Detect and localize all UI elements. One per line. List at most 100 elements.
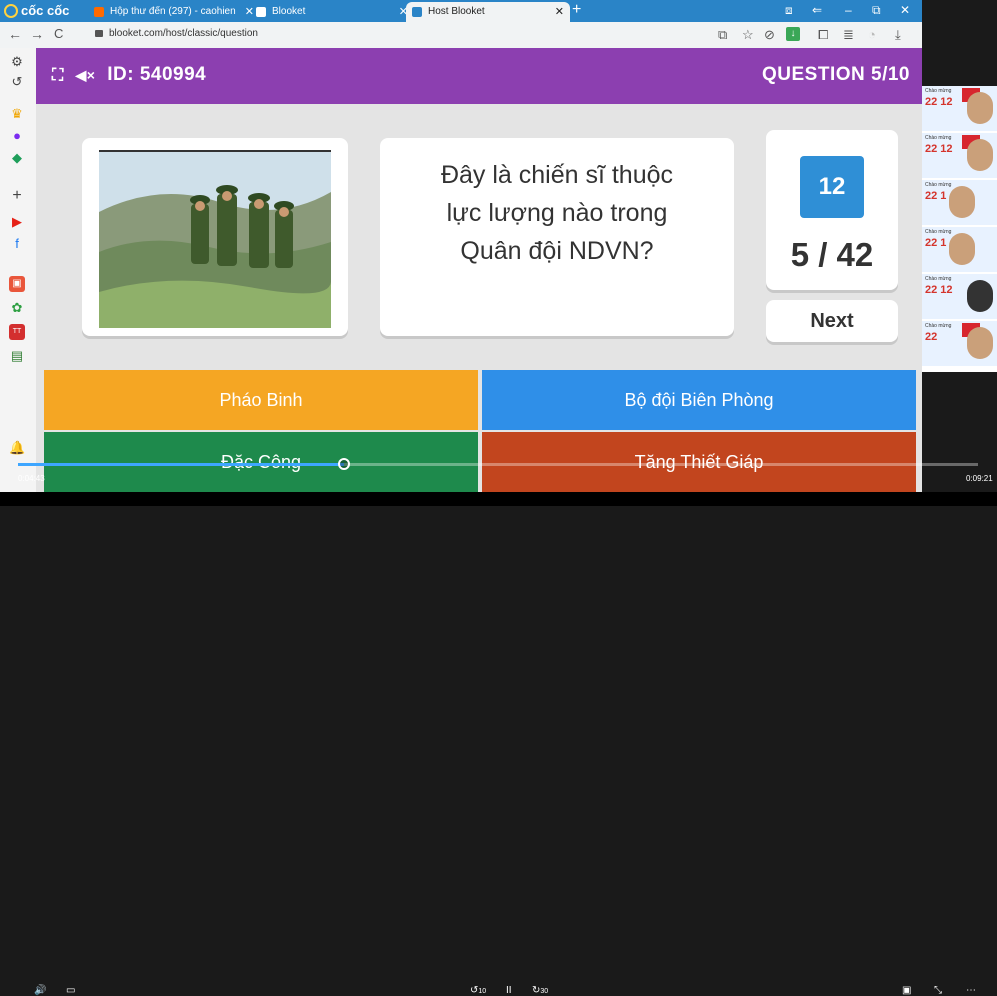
close-window-button[interactable]: ✕ — [900, 3, 910, 17]
back-button[interactable]: ← — [8, 26, 22, 42]
answer-3[interactable]: Đặc Công — [44, 432, 478, 492]
avatar — [967, 92, 993, 124]
forward-button[interactable]: → — [30, 26, 44, 42]
downloads-icon[interactable]: ⤓ — [895, 27, 901, 43]
avatar — [967, 327, 993, 359]
timer-card: 12 5 / 42 — [766, 130, 898, 290]
webcam-strip: Chào mừng 22 12 Chào mừng 22 12 Chào mừn… — [922, 86, 997, 372]
answer-2[interactable]: Bộ đội Biên Phòng — [482, 370, 916, 430]
crown-icon[interactable]: ♛ — [9, 106, 25, 122]
current-time: 0:04:43 — [18, 474, 45, 483]
progress-fill — [18, 463, 345, 466]
player-controls: 🔊 ▭ ↺10 II ↻30 ▣ ⤡ ⋯ — [0, 492, 997, 996]
exit-fullscreen-icon[interactable]: ⤡ — [934, 985, 942, 996]
profile-icon[interactable]: ◔ — [868, 27, 876, 42]
tab-title: Host Blooket — [428, 6, 485, 17]
mail-favicon-icon — [94, 7, 104, 17]
webcam-number: 22 1 — [925, 190, 947, 202]
game-id: ID: 540994 — [107, 64, 207, 85]
tab-host-blooket[interactable]: Host Blooket ✕ — [406, 2, 570, 22]
browser-brand[interactable]: cốc cốc — [4, 3, 69, 18]
tab-mail[interactable]: Hộp thư đến (297) - caohien ✕ — [88, 2, 260, 22]
tab-search-icon[interactable]: ⧈ — [785, 3, 793, 18]
forward-seconds: 30 — [540, 988, 549, 995]
question-image-card — [82, 138, 348, 336]
question-counter: QUESTION 5/10 — [762, 64, 910, 85]
facebook-icon[interactable]: f — [9, 236, 25, 252]
news-icon[interactable]: TT — [9, 324, 25, 340]
close-tab-icon[interactable]: ✕ — [555, 2, 564, 22]
leaf-icon[interactable]: ✿ — [9, 300, 25, 316]
block-icon[interactable]: ⊘ — [764, 27, 775, 43]
url-text: blooket.com/host/classic/question — [109, 28, 258, 39]
soldiers-photo-icon — [99, 152, 331, 328]
answered-count: 5 / 42 — [790, 236, 874, 273]
webcam-tile: Chào mừng 22 12 — [922, 274, 997, 319]
blooket-favicon-icon — [412, 7, 422, 17]
webcam-tile: Chào mừng 22 — [922, 321, 997, 366]
lock-icon — [95, 30, 103, 37]
captions-icon[interactable]: ▭ — [66, 985, 75, 996]
game-id-area: ⛶ ◀× ID: 540994 — [52, 64, 206, 86]
question-image — [99, 150, 331, 328]
shopping-icon[interactable]: ▣ — [9, 276, 25, 292]
avatar — [967, 139, 993, 171]
reload-button[interactable]: C — [54, 26, 63, 41]
extensions-icon[interactable]: ⧠ — [818, 27, 828, 43]
youtube-icon[interactable]: ▶ — [9, 214, 25, 230]
messenger-icon[interactable]: ● — [9, 128, 25, 144]
avatar — [949, 186, 975, 218]
rewind-seconds: 10 — [478, 988, 487, 995]
answer-1[interactable]: Pháo Binh — [44, 370, 478, 430]
rewind-icon[interactable]: ↺10 — [470, 985, 486, 996]
webcam-caption: Chào mừng — [925, 276, 952, 282]
answer-4[interactable]: Tăng Thiết Giáp — [482, 432, 916, 492]
webcam-number: 22 12 — [925, 96, 953, 108]
address-bar: ← → C blooket.com/host/classic/question … — [0, 22, 922, 49]
tab-blooket[interactable]: Blooket ✕ — [250, 2, 414, 22]
webcam-number: 22 1 — [925, 237, 947, 249]
webcam-number: 22 12 — [925, 284, 953, 296]
history-icon[interactable]: ↺ — [9, 74, 25, 90]
settings-icon[interactable]: ⚙ — [9, 54, 25, 70]
reading-list-icon[interactable]: ≣ — [843, 27, 854, 43]
miniplayer-icon[interactable]: ▣ — [902, 985, 911, 996]
webcam-caption: Chào mừng — [925, 182, 952, 188]
fullscreen-icon[interactable]: ⛶ — [52, 67, 64, 84]
add-icon[interactable]: + — [9, 188, 25, 204]
webcam-number: 22 — [925, 331, 938, 343]
brand-label: cốc cốc — [21, 3, 70, 18]
maximize-button[interactable]: ⧉ — [872, 3, 881, 18]
blooket-favicon-icon — [256, 7, 266, 17]
webcam-tile: Chào mừng 22 12 — [922, 86, 997, 131]
browser-tab-bar: cốc cốc Hộp thư đến (297) - caohien ✕ Bl… — [0, 0, 922, 22]
mute-icon[interactable]: ◀× — [75, 67, 95, 83]
webcam-caption: Chào mừng — [925, 88, 952, 94]
pause-button[interactable]: II — [506, 985, 512, 996]
webcam-tile: Chào mừng 22 1 — [922, 180, 997, 225]
notification-bell-icon[interactable]: 🔔 — [9, 440, 25, 456]
forward-icon[interactable]: ↻30 — [532, 985, 548, 996]
game-icon[interactable]: ◆ — [9, 150, 25, 166]
tab-title: Hộp thư đến (297) - caohien — [110, 6, 236, 17]
game-header: ⛶ ◀× ID: 540994 QUESTION 5/10 — [36, 48, 922, 104]
bookmark-star-icon[interactable]: ☆ — [742, 27, 754, 43]
minimize-button[interactable]: – — [845, 3, 852, 17]
browser-sidebar: ⚙ ↺ ♛ ● ◆ + ▶ f ▣ ✿ TT ▤ 🔔 — [0, 48, 37, 492]
tab-title: Blooket — [272, 6, 306, 17]
timer-box: 12 — [800, 156, 864, 218]
url-field[interactable]: blooket.com/host/classic/question — [95, 28, 258, 39]
webcam-caption: Chào mừng — [925, 229, 952, 235]
next-button[interactable]: Next — [766, 300, 898, 342]
sheet-icon[interactable]: ▤ — [9, 348, 25, 364]
webcam-caption: Chào mừng — [925, 135, 952, 141]
volume-icon[interactable]: 🔊 — [34, 985, 46, 996]
new-tab-button[interactable]: + — [572, 1, 581, 19]
download-green-icon[interactable]: ↓ — [786, 27, 800, 41]
more-options-icon[interactable]: ⋯ — [966, 985, 976, 996]
question-card: Đây là chiến sĩ thuộc lực lượng nào tron… — [380, 138, 734, 336]
back-arrow-icon[interactable]: ⇐ — [812, 3, 822, 17]
blooket-host-view: ⛶ ◀× ID: 540994 QUESTION 5/10 Đây là chi… — [36, 48, 922, 492]
translate-icon[interactable]: ⧉ — [718, 27, 727, 43]
question-text: Đây là chiến sĩ thuộc lực lượng nào tron… — [440, 161, 674, 265]
